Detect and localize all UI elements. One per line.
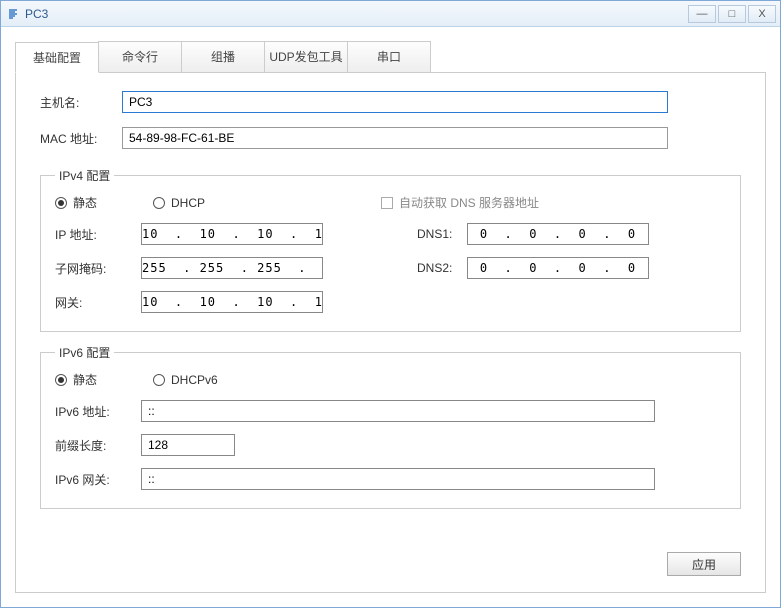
ipv6-addr-row: IPv6 地址: (55, 400, 726, 422)
ipv6-dhcpv6-label: DHCPv6 (171, 373, 218, 387)
tab-serial[interactable]: 串口 (347, 41, 431, 72)
panel-footer: 应用 (40, 542, 741, 576)
ipv6-prefix-label: 前缀长度: (55, 437, 141, 454)
ipv4-dhcp-label: DHCP (171, 196, 205, 210)
ipv6-gateway-row: IPv6 网关: (55, 468, 726, 490)
minimize-button[interactable]: — (688, 5, 716, 23)
dns1-input[interactable] (467, 223, 649, 245)
basic-panel: 主机名: MAC 地址: IPv4 配置 静态 DHCP (15, 73, 766, 593)
ipv4-ip-label: IP 地址: (55, 226, 141, 243)
ipv4-mode-row: 静态 DHCP 自动获取 DNS 服务器地址 (55, 194, 726, 211)
ipv6-gateway-label: IPv6 网关: (55, 471, 141, 488)
apply-button[interactable]: 应用 (667, 552, 741, 576)
ipv6-static-label: 静态 (73, 371, 97, 388)
mac-row: MAC 地址: (40, 127, 741, 149)
dns2-label: DNS2: (417, 261, 467, 275)
ipv6-addr-label: IPv6 地址: (55, 403, 141, 420)
tab-udp[interactable]: UDP发包工具 (264, 41, 348, 72)
ipv4-legend: IPv4 配置 (55, 167, 114, 184)
ipv4-static-radio[interactable]: 静态 (55, 194, 133, 211)
tab-bar: 基础配置 命令行 组播 UDP发包工具 串口 (15, 41, 766, 73)
window-title: PC3 (25, 7, 688, 21)
hostname-row: 主机名: (40, 91, 741, 113)
ipv6-mode-row: 静态 DHCPv6 (55, 371, 726, 388)
ipv4-gateway-label: 网关: (55, 294, 141, 311)
ipv6-dhcpv6-radio[interactable]: DHCPv6 (153, 373, 231, 387)
ipv6-prefix-input[interactable] (141, 434, 235, 456)
tab-basic[interactable]: 基础配置 (15, 42, 99, 73)
ipv4-mask-row: 子网掩码: DNS2: (55, 257, 726, 279)
ipv4-fieldset: IPv4 配置 静态 DHCP 自动获取 DNS 服务器地址 (40, 167, 741, 332)
titlebar: PC3 — □ X (1, 1, 780, 27)
ipv4-dhcp-radio[interactable]: DHCP (153, 196, 231, 210)
content-area: 基础配置 命令行 组播 UDP发包工具 串口 主机名: MAC 地址: IPv4… (1, 27, 780, 607)
dns1-label: DNS1: (417, 227, 467, 241)
titlebar-buttons: — □ X (688, 5, 776, 23)
auto-dns-option[interactable]: 自动获取 DNS 服务器地址 (381, 194, 539, 211)
tab-cmdline[interactable]: 命令行 (98, 41, 182, 72)
window-frame: PC3 — □ X 基础配置 命令行 组播 UDP发包工具 串口 主机名: MA… (0, 0, 781, 608)
ipv4-ip-row: IP 地址: DNS1: (55, 223, 726, 245)
radio-checked-icon (55, 374, 67, 386)
close-button[interactable]: X (748, 5, 776, 23)
ipv6-fieldset: IPv6 配置 静态 DHCPv6 IPv6 地址: (40, 344, 741, 509)
ipv4-ip-input[interactable] (141, 223, 323, 245)
mac-input[interactable] (122, 127, 668, 149)
ipv4-mask-label: 子网掩码: (55, 260, 141, 277)
maximize-button[interactable]: □ (718, 5, 746, 23)
radio-unchecked-icon (153, 374, 165, 386)
ipv6-addr-input[interactable] (141, 400, 655, 422)
ipv6-legend: IPv6 配置 (55, 344, 114, 361)
ipv4-mask-input[interactable] (141, 257, 323, 279)
dns2-input[interactable] (467, 257, 649, 279)
mac-label: MAC 地址: (40, 130, 122, 147)
ipv6-gateway-input[interactable] (141, 468, 655, 490)
hostname-label: 主机名: (40, 94, 122, 111)
hostname-input[interactable] (122, 91, 668, 113)
checkbox-unchecked-icon (381, 197, 393, 209)
ipv6-static-radio[interactable]: 静态 (55, 371, 133, 388)
ipv4-gateway-row: 网关: (55, 291, 726, 313)
ipv4-gateway-input[interactable] (141, 291, 323, 313)
ipv6-prefix-row: 前缀长度: (55, 434, 726, 456)
radio-unchecked-icon (153, 197, 165, 209)
auto-dns-label: 自动获取 DNS 服务器地址 (399, 194, 539, 211)
ipv4-static-label: 静态 (73, 194, 97, 211)
app-icon (5, 6, 21, 22)
radio-checked-icon (55, 197, 67, 209)
tab-multicast[interactable]: 组播 (181, 41, 265, 72)
